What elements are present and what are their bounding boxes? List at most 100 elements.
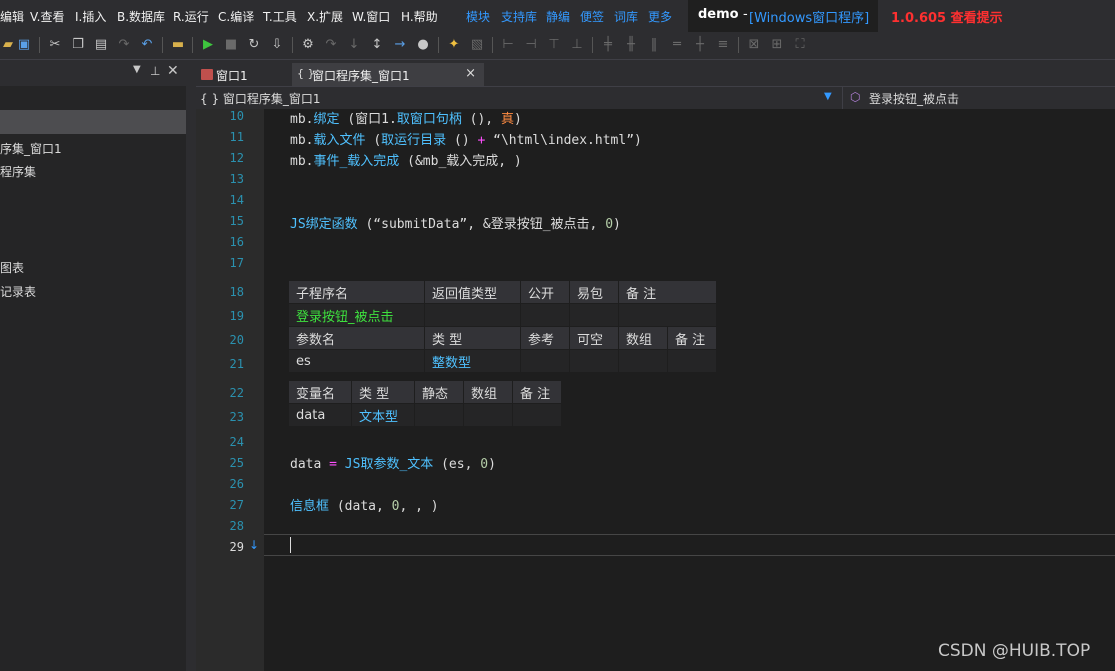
table-cell[interactable] (520, 303, 570, 327)
open-icon[interactable]: ▰ (0, 37, 16, 53)
table-cell[interactable] (569, 349, 619, 373)
tree-item[interactable]: 序集_窗口1 (0, 140, 62, 157)
pin-icon[interactable]: ⊥ (150, 64, 160, 78)
same-height-icon[interactable]: ═ (669, 37, 685, 53)
goto-icon[interactable]: → (392, 37, 408, 53)
step-out-icon[interactable]: ↕ (369, 37, 385, 53)
version-notice[interactable]: 1.0.605 查看提示 (891, 7, 1003, 26)
table-header: 易包 (569, 280, 619, 304)
tab-window1[interactable]: 窗口1 (196, 63, 288, 86)
table-header: 备 注 (667, 326, 717, 350)
table-cell[interactable] (618, 303, 717, 327)
table-cell[interactable] (618, 349, 668, 373)
code-line[interactable]: mb.事件_载入完成 (&mb_载入完成, ) (290, 150, 522, 169)
align-left-icon[interactable]: ⊢ (500, 37, 516, 53)
table-cell[interactable] (414, 403, 464, 427)
tab-order-icon[interactable]: ⊞ (769, 37, 785, 53)
table-cell[interactable] (424, 303, 521, 327)
table-header: 变量名 (288, 380, 352, 404)
align-bottom-icon[interactable]: ⊥ (569, 37, 585, 53)
text-caret (290, 537, 291, 553)
code-line[interactable]: mb.载入文件 (取运行目录 () + “\html\index.html”) (290, 129, 642, 148)
open-folder-icon[interactable]: ▬ (170, 37, 186, 53)
chevron-down-icon[interactable]: ▼ (133, 64, 141, 75)
redo-icon[interactable]: ↷ (116, 37, 132, 53)
variable-table: 变量名 类 型 静态 数组 备 注 data 文本型 (288, 380, 562, 427)
hint-bulb-icon[interactable]: ✦ (446, 37, 462, 53)
v-spacing-icon[interactable]: ≡ (715, 37, 731, 53)
close-icon[interactable]: ✕ (167, 63, 179, 79)
table-cell[interactable] (667, 349, 717, 373)
run-icon[interactable]: ▶ (200, 37, 216, 53)
h-spacing-icon[interactable]: ┼ (692, 37, 708, 53)
chevron-down-icon[interactable]: ▼ (824, 91, 832, 102)
save-icon[interactable]: ▣ (16, 37, 32, 53)
var-name-cell[interactable]: data (288, 403, 352, 427)
step-over-icon[interactable]: ↷ (323, 37, 339, 53)
line-number: 20 (229, 333, 244, 347)
build-icon[interactable]: ⇩ (269, 37, 285, 53)
table-header: 公开 (520, 280, 570, 304)
code-line[interactable]: 信息框 (data, 0, , ) (290, 495, 439, 514)
code-line[interactable]: mb.绑定 (窗口1.取窗口句柄 (), 真) (290, 109, 522, 127)
comment-icon[interactable]: ▧ (469, 37, 485, 53)
param-type-cell[interactable]: 整数型 (424, 349, 521, 373)
toolbar-separator (162, 37, 163, 53)
tab-window-assembly[interactable]: { } 窗口程序集_窗口1 × (292, 63, 484, 86)
tree-item[interactable]: 记录表 (0, 283, 36, 300)
menu-view[interactable]: V.查看 (30, 8, 64, 25)
fullscreen-icon[interactable]: ⛶ (792, 37, 808, 53)
link-more[interactable]: 更多 (648, 8, 672, 25)
table-cell[interactable] (569, 303, 619, 327)
link-dictionary[interactable]: 词库 (614, 8, 638, 25)
debug-icon[interactable]: ⚙ (300, 37, 316, 53)
breakpoint-icon[interactable]: ● (415, 37, 431, 53)
sub-name-cell[interactable]: 登录按钮_被点击 (288, 303, 425, 327)
stop-icon[interactable]: ■ (223, 37, 239, 53)
panel-divider[interactable] (186, 60, 196, 671)
menu-window[interactable]: W.窗口 (352, 8, 390, 25)
menu-edit[interactable]: 编辑 (0, 8, 24, 25)
method-selector[interactable]: 登录按钮_被点击 (869, 90, 959, 107)
code-line[interactable]: data = JS取参数_文本 (es, 0) (290, 453, 496, 472)
same-width-icon[interactable]: ‖ (646, 37, 662, 53)
align-middle-icon[interactable]: ╫ (623, 37, 639, 53)
table-cell[interactable] (463, 403, 513, 427)
var-type-cell[interactable]: 文本型 (351, 403, 415, 427)
link-support-lib[interactable]: 支持库 (501, 8, 537, 25)
center-icon[interactable]: ⊠ (746, 37, 762, 53)
menu-database[interactable]: B.数据库 (117, 8, 165, 25)
restart-icon[interactable]: ↻ (246, 37, 262, 53)
title-separator: - (743, 7, 748, 22)
align-top-icon[interactable]: ⊤ (546, 37, 562, 53)
code-line[interactable]: JS绑定函数 (“submitData”, &登录按钮_被点击, 0) (290, 213, 621, 232)
close-icon[interactable]: × (465, 66, 476, 81)
step-into-icon[interactable]: ↓ (346, 37, 362, 53)
table-header: 可空 (569, 326, 619, 350)
tree-item[interactable]: 程序集 (0, 163, 36, 180)
tree-item[interactable]: 图表 (0, 259, 24, 276)
link-module[interactable]: 模块 (466, 8, 490, 25)
menu-run[interactable]: R.运行 (173, 8, 209, 25)
tree-selected-row[interactable] (0, 110, 186, 134)
link-static-compile[interactable]: 静编 (546, 8, 570, 25)
class-selector[interactable]: { } 窗口程序集_窗口1 (200, 90, 321, 107)
undo-icon[interactable]: ↶ (139, 37, 155, 53)
copy-icon[interactable]: ❐ (70, 37, 86, 53)
paste-icon[interactable]: ▤ (93, 37, 109, 53)
code-editor[interactable]: 10 11 12 13 14 15 16 17 18 19 20 21 22 2… (196, 109, 1115, 671)
menu-tools[interactable]: T.工具 (263, 8, 297, 25)
menu-insert[interactable]: I.插入 (75, 8, 106, 25)
menu-extend[interactable]: X.扩展 (307, 8, 343, 25)
param-name-cell[interactable]: es (288, 349, 425, 373)
line-number: 24 (229, 435, 244, 449)
align-right-icon[interactable]: ⊣ (523, 37, 539, 53)
line-number: 15 (229, 214, 244, 228)
link-notes[interactable]: 便签 (580, 8, 604, 25)
menu-help[interactable]: H.帮助 (401, 8, 438, 25)
table-cell[interactable] (512, 403, 562, 427)
align-center-icon[interactable]: ╪ (600, 37, 616, 53)
cut-icon[interactable]: ✂ (47, 37, 63, 53)
table-cell[interactable] (520, 349, 570, 373)
menu-compile[interactable]: C.编译 (218, 8, 254, 25)
